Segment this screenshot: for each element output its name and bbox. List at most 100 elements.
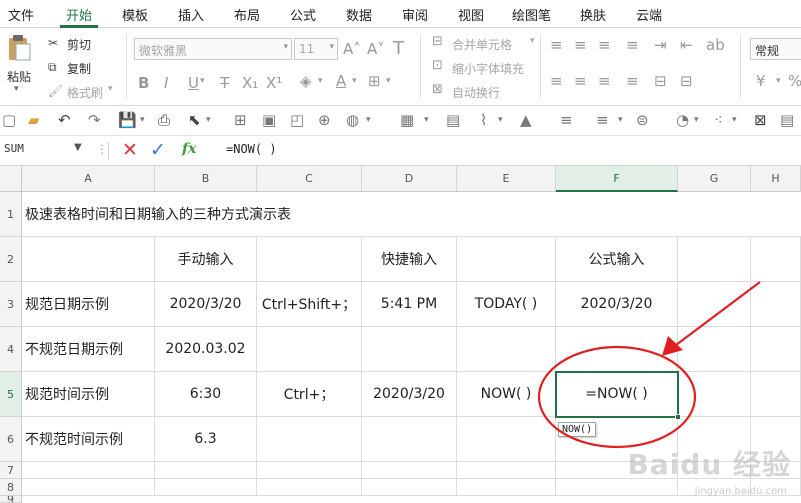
menu-insert[interactable]: 插入 bbox=[178, 5, 204, 24]
select-pointer-icon[interactable]: ⬉ bbox=[188, 111, 201, 129]
cell-d2[interactable]: 快捷输入 bbox=[362, 237, 457, 282]
cell-b8[interactable] bbox=[155, 479, 257, 496]
clear-format-icon[interactable]: T bbox=[393, 38, 404, 59]
borders-icon[interactable]: ⊞ bbox=[368, 72, 381, 90]
formula-input[interactable]: =NOW( ) bbox=[226, 142, 277, 156]
cell-a5[interactable]: 规范时间示例 bbox=[22, 372, 155, 417]
row-header-6[interactable]: 6 bbox=[0, 417, 22, 462]
cell-g4[interactable] bbox=[678, 327, 751, 372]
underline-icon[interactable]: U bbox=[188, 74, 199, 92]
confirm-icon[interactable]: ✓ bbox=[150, 139, 166, 161]
name-box[interactable]: SUM bbox=[4, 142, 24, 155]
cell-a1[interactable]: 极速表格时间和日期输入的三种方式演示表 bbox=[22, 192, 801, 237]
fill-handle[interactable] bbox=[675, 414, 681, 420]
table-icon[interactable]: ⊞ bbox=[234, 111, 247, 129]
cell-b2[interactable]: 手动输入 bbox=[155, 237, 257, 282]
cell-h2[interactable] bbox=[751, 237, 801, 282]
font-size-select[interactable]: 11 ▾ bbox=[294, 38, 338, 60]
more-icon[interactable]: ▤ bbox=[780, 111, 794, 129]
cell-g2[interactable] bbox=[678, 237, 751, 282]
cell-d4[interactable] bbox=[362, 327, 457, 372]
menu-review[interactable]: 审阅 bbox=[402, 5, 428, 24]
link-icon[interactable]: ⊕ bbox=[318, 111, 331, 129]
cancel-icon[interactable]: ✕ bbox=[122, 139, 138, 161]
font-name-select[interactable]: 微软雅黑 ▾ bbox=[134, 38, 292, 60]
pie-chart-icon[interactable]: ◔ bbox=[676, 111, 689, 129]
merge-cells-button[interactable]: 合并单元格 bbox=[452, 36, 512, 53]
line-chart-icon[interactable]: ⌇ bbox=[480, 111, 487, 129]
wrap-text-button[interactable]: 自动换行 bbox=[452, 84, 500, 101]
cell-e6[interactable] bbox=[457, 417, 556, 462]
subscript-icon[interactable]: X₁ bbox=[242, 74, 258, 92]
menu-home[interactable]: 开始 bbox=[66, 5, 92, 24]
cell-a8[interactable] bbox=[22, 479, 155, 496]
shrink-fit-button[interactable]: 缩小字体填充 bbox=[452, 60, 524, 77]
menu-skin[interactable]: 换肤 bbox=[580, 5, 606, 24]
scatter-chart-icon[interactable]: ⁖ bbox=[714, 111, 723, 129]
cell-a3[interactable]: 规范日期示例 bbox=[22, 282, 155, 327]
italic-icon[interactable]: I bbox=[164, 74, 168, 92]
cell-f4[interactable] bbox=[556, 327, 678, 372]
cell-d8[interactable] bbox=[362, 479, 457, 496]
cell-b5[interactable]: 6:30 bbox=[155, 372, 257, 417]
currency-icon[interactable]: ¥ bbox=[756, 72, 766, 90]
align-bottom-icon[interactable]: ≡ bbox=[598, 36, 611, 54]
row-header-2[interactable]: 2 bbox=[0, 237, 22, 282]
superscript-icon[interactable]: X¹ bbox=[266, 74, 282, 92]
row-header-5[interactable]: 5 bbox=[0, 372, 22, 417]
align-right-icon[interactable]: ≡ bbox=[598, 72, 611, 90]
cell-c2[interactable] bbox=[257, 237, 362, 282]
number-format-select[interactable]: 常规 bbox=[750, 38, 801, 60]
cell-a6[interactable]: 不规范时间示例 bbox=[22, 417, 155, 462]
undo-icon[interactable]: ↶ bbox=[58, 111, 71, 129]
menu-draw-pen[interactable]: 绘图笔 bbox=[512, 5, 551, 24]
distribute-icon[interactable]: ⊟ bbox=[654, 72, 667, 90]
image-icon[interactable]: ▣ bbox=[262, 111, 276, 129]
column-header-f[interactable]: F bbox=[556, 166, 678, 192]
column-header-d[interactable]: D bbox=[362, 166, 457, 192]
indent-decrease-icon[interactable]: ⇤ bbox=[680, 36, 693, 54]
cell-d6[interactable] bbox=[362, 417, 457, 462]
align-extra-icon[interactable]: ⊟ bbox=[680, 72, 693, 90]
column-header-b[interactable]: B bbox=[155, 166, 257, 192]
menu-view[interactable]: 视图 bbox=[458, 5, 484, 24]
cell-c6[interactable] bbox=[257, 417, 362, 462]
orientation-icon[interactable]: ab bbox=[706, 36, 725, 54]
cell-f3[interactable]: 2020/3/20 bbox=[556, 282, 678, 327]
cell-g3[interactable] bbox=[678, 282, 751, 327]
column-chart-icon[interactable]: ▤ bbox=[446, 111, 460, 129]
decrease-font-icon[interactable]: A˅ bbox=[367, 40, 385, 58]
menu-data[interactable]: 数据 bbox=[346, 5, 372, 24]
cut-button[interactable]: 剪切 bbox=[67, 36, 91, 53]
cell-b4[interactable]: 2020.03.02 bbox=[155, 327, 257, 372]
cell-h3[interactable] bbox=[751, 282, 801, 327]
chart-icon[interactable]: ◍ bbox=[346, 111, 359, 129]
open-folder-icon[interactable]: ▰ bbox=[28, 111, 40, 129]
new-file-icon[interactable]: ▢ bbox=[2, 111, 16, 129]
screenshot-icon[interactable]: ⊠ bbox=[754, 111, 767, 129]
filter-icon[interactable]: ⊜ bbox=[636, 111, 649, 129]
font-color-icon[interactable]: A bbox=[336, 72, 346, 90]
save-icon[interactable]: 💾 bbox=[118, 111, 137, 129]
indent-increase-icon[interactable]: ⇥ bbox=[654, 36, 667, 54]
column-header-h[interactable]: H bbox=[751, 166, 801, 192]
strikethrough-icon[interactable]: T bbox=[220, 74, 229, 92]
insert-function-icon[interactable]: fx bbox=[182, 141, 196, 157]
cell-c7[interactable] bbox=[257, 462, 362, 479]
cell-e5[interactable]: NOW( ) bbox=[457, 372, 556, 417]
cell-c3[interactable]: Ctrl+Shift+； bbox=[257, 282, 362, 327]
redo-icon[interactable]: ↷ bbox=[88, 111, 101, 129]
bold-icon[interactable]: B bbox=[138, 74, 149, 92]
cell-g5[interactable] bbox=[678, 372, 751, 417]
cell-a2[interactable] bbox=[22, 237, 155, 282]
cell-e8[interactable] bbox=[457, 479, 556, 496]
percent-icon[interactable]: % bbox=[788, 72, 801, 90]
cell-h5[interactable] bbox=[751, 372, 801, 417]
copy-button[interactable]: 复制 bbox=[67, 60, 91, 77]
autocomplete-suggestion[interactable]: NOW() bbox=[558, 422, 597, 437]
cell-a4[interactable]: 不规范日期示例 bbox=[22, 327, 155, 372]
row-header-4[interactable]: 4 bbox=[0, 327, 22, 372]
cell-c8[interactable] bbox=[257, 479, 362, 496]
select-all-corner[interactable] bbox=[0, 166, 22, 192]
row-header-7[interactable]: 7 bbox=[0, 462, 22, 479]
